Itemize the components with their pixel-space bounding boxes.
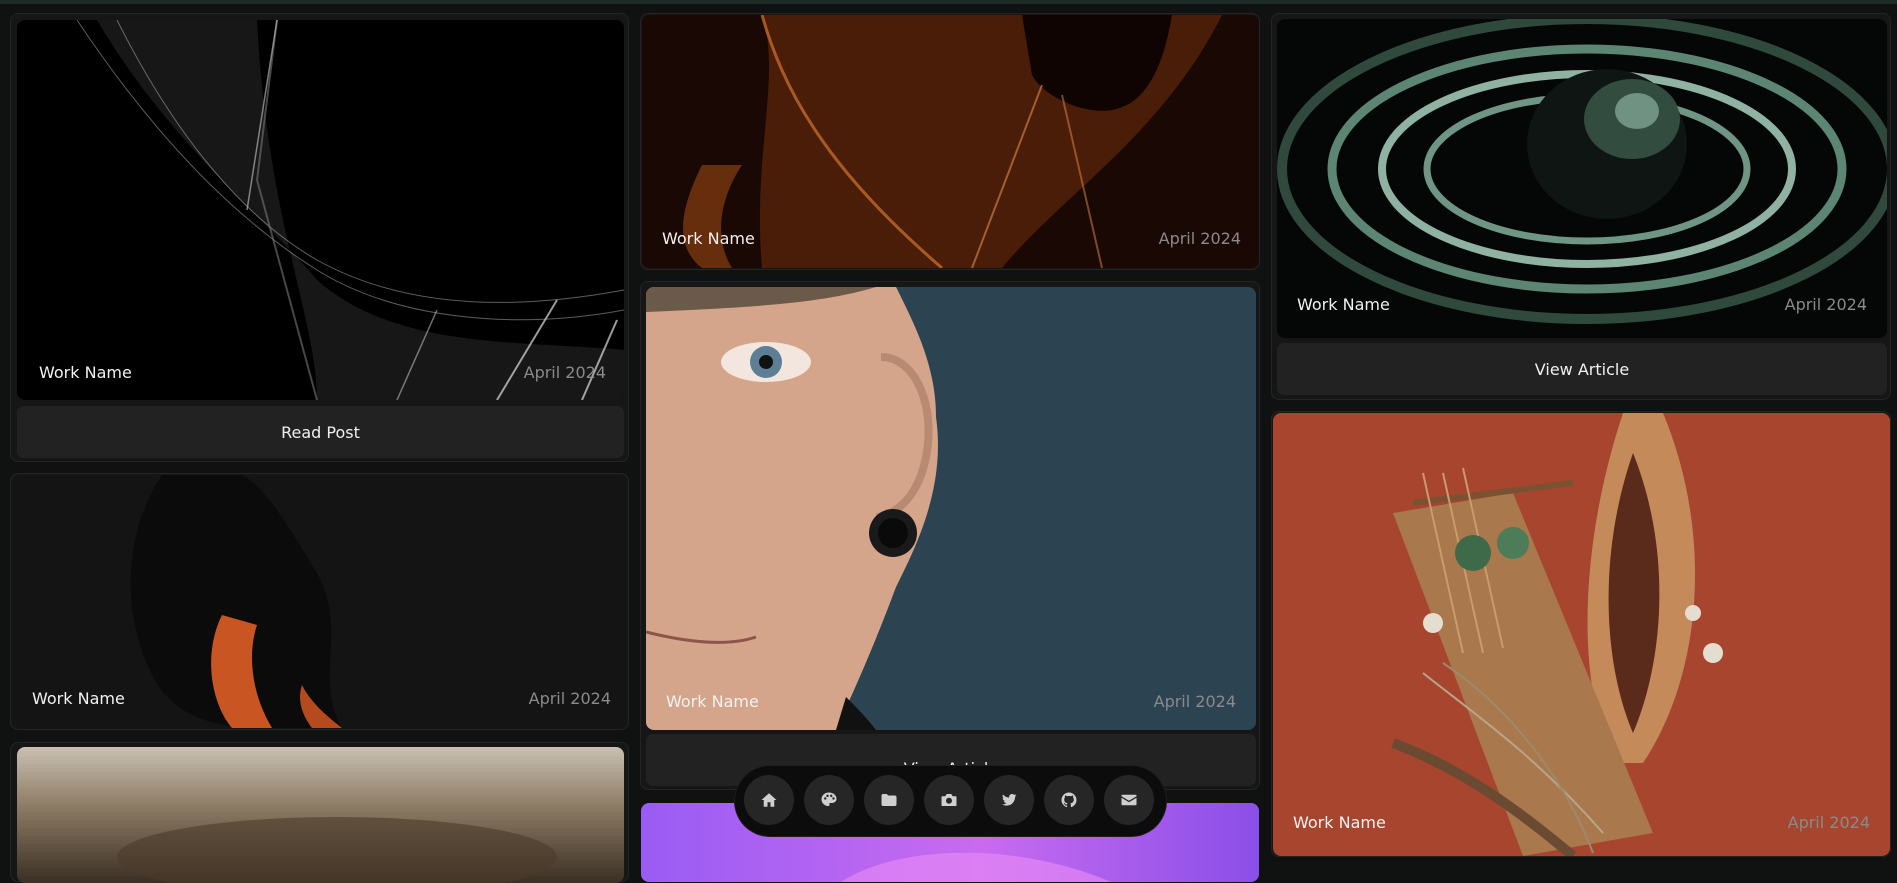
work-image-herbs: Work Name April 2024: [1273, 413, 1890, 856]
github-icon[interactable]: [1044, 775, 1094, 825]
work-card-spiral[interactable]: Work Name April 2024 Read Post: [10, 13, 629, 462]
work-card-rings[interactable]: Work Name April 2024 View Article: [1271, 13, 1891, 400]
top-accent-bar: [0, 0, 1897, 4]
work-image-orange-fabric: Work Name April 2024: [642, 15, 1259, 268]
work-name-label: Work Name: [666, 692, 759, 711]
work-card-smoke[interactable]: Work Name April 2024: [10, 473, 629, 730]
work-card-orange-fabric[interactable]: Work Name April 2024: [640, 13, 1260, 270]
work-image-spiral: Work Name April 2024: [17, 20, 624, 400]
work-date-label: April 2024: [1153, 692, 1236, 711]
work-date-label: April 2024: [1158, 229, 1241, 248]
work-image-portrait: Work Name April 2024: [646, 287, 1256, 730]
read-post-button[interactable]: Read Post: [17, 406, 624, 458]
work-image-rings: Work Name April 2024: [1277, 19, 1887, 338]
folder-icon[interactable]: [864, 775, 914, 825]
twitter-icon[interactable]: [984, 775, 1034, 825]
work-image-blurred: [17, 747, 624, 883]
work-name-label: Work Name: [1293, 813, 1386, 832]
mail-icon[interactable]: [1104, 775, 1154, 825]
work-date-label: April 2024: [1784, 295, 1867, 314]
work-name-label: Work Name: [662, 229, 755, 248]
work-image-smoke: Work Name April 2024: [12, 475, 627, 728]
work-card-herbs[interactable]: Work Name April 2024: [1271, 411, 1891, 857]
view-article-button[interactable]: View Article: [1277, 343, 1887, 395]
work-date-label: April 2024: [523, 363, 606, 382]
work-name-label: Work Name: [32, 689, 125, 708]
camera-icon[interactable]: [924, 775, 974, 825]
home-icon[interactable]: [744, 775, 794, 825]
floating-dock: [735, 766, 1166, 836]
work-date-label: April 2024: [1787, 813, 1870, 832]
work-date-label: April 2024: [528, 689, 611, 708]
work-card-blurred[interactable]: [10, 742, 629, 883]
work-name-label: Work Name: [39, 363, 132, 382]
palette-icon[interactable]: [804, 775, 854, 825]
work-card-portrait[interactable]: Work Name April 2024 View Article: [640, 281, 1260, 790]
work-name-label: Work Name: [1297, 295, 1390, 314]
